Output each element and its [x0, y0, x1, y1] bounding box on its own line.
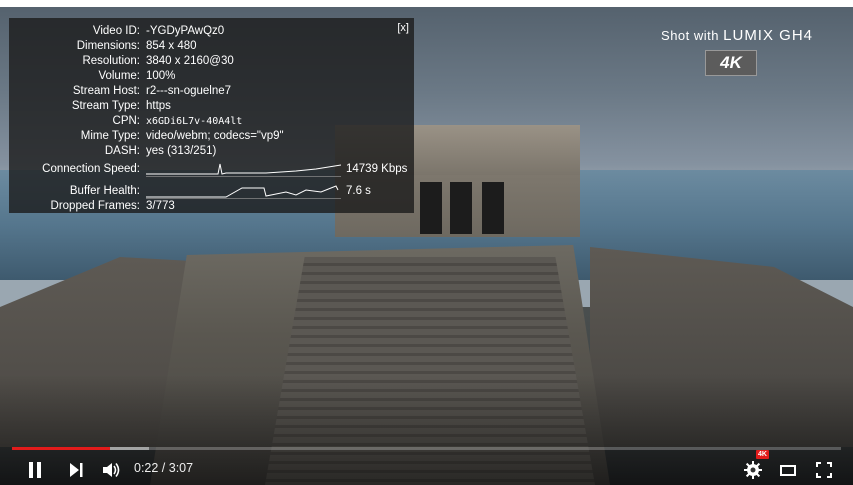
quality-badge: 4K [756, 450, 769, 459]
video-temple-door [420, 182, 442, 234]
stats-value: 100% [146, 70, 176, 82]
stats-label: Resolution: [82, 55, 140, 67]
gear-icon [744, 461, 762, 479]
stats-label: Stream Host: [72, 85, 140, 97]
time-display: 0:22 / 3:07 [134, 461, 194, 475]
stats-panel: [x] Video ID: -YGDyPAwQz0 Dimensions: 85… [9, 18, 414, 213]
stats-label: Stream Type: [71, 100, 140, 112]
stats-label: Dimensions: [76, 40, 140, 52]
stats-label: DASH: [104, 145, 140, 157]
theater-mode-button[interactable] [776, 455, 800, 485]
pause-icon [29, 462, 41, 478]
buffer-health-graph [146, 185, 341, 199]
stats-value: x6GDi6L7v-40A4lt [146, 116, 243, 127]
watermark-brand: LUMIX GH4 [723, 27, 813, 44]
stats-label: Connection Speed: [42, 163, 140, 175]
pause-button[interactable] [22, 455, 48, 485]
stats-value: https [146, 100, 171, 112]
video-temple-door [450, 182, 472, 234]
progress-played [12, 447, 110, 450]
buffer-health-row: Buffer Health: 7.6 s [9, 184, 414, 199]
volume-icon [103, 463, 120, 477]
fullscreen-icon [816, 462, 832, 478]
dropped-frames-value: 3/773 [146, 200, 175, 212]
progress-bar[interactable] [12, 447, 841, 450]
fullscreen-button[interactable] [812, 455, 836, 485]
stats-label: Video ID: [92, 25, 140, 37]
player-controls: 0:22 / 3:07 4K [0, 450, 853, 485]
stats-value: 854 x 480 [146, 40, 197, 52]
video-player[interactable]: Shot with LUMIX GH4 4K [x] Video ID: -YG… [0, 7, 853, 485]
stats-value: r2---sn-oguelne7 [146, 85, 232, 97]
stats-value: 3840 x 2160@30 [146, 55, 234, 67]
next-icon [70, 463, 83, 477]
watermark-prefix: Shot with [661, 28, 720, 43]
settings-button[interactable]: 4K [742, 450, 769, 485]
theater-mode-icon [780, 464, 796, 476]
connection-speed-graph [146, 163, 341, 177]
stats-value: yes (313/251) [146, 145, 217, 157]
stats-label: Buffer Health: [69, 185, 140, 197]
stats-label: Volume: [98, 70, 140, 82]
stats-value: video/webm; codecs="vp9" [146, 130, 284, 142]
connection-speed-value: 14739 Kbps [346, 163, 408, 175]
stats-value: -YGDyPAwQz0 [146, 25, 225, 37]
video-temple-door [482, 182, 504, 234]
connection-speed-row: Connection Speed: 14739 Kbps [9, 162, 414, 177]
next-button[interactable] [64, 455, 88, 485]
camera-watermark: Shot with LUMIX GH4 [661, 27, 813, 44]
stats-label: CPN: [112, 115, 140, 127]
stats-label: Dropped Frames: [50, 200, 140, 212]
buffer-health-value: 7.6 s [346, 185, 371, 197]
volume-button[interactable] [100, 455, 124, 485]
stats-label: Mime Type: [80, 130, 140, 142]
stats-close-button[interactable]: [x] [397, 22, 409, 34]
video-4k-badge: 4K [705, 50, 757, 76]
